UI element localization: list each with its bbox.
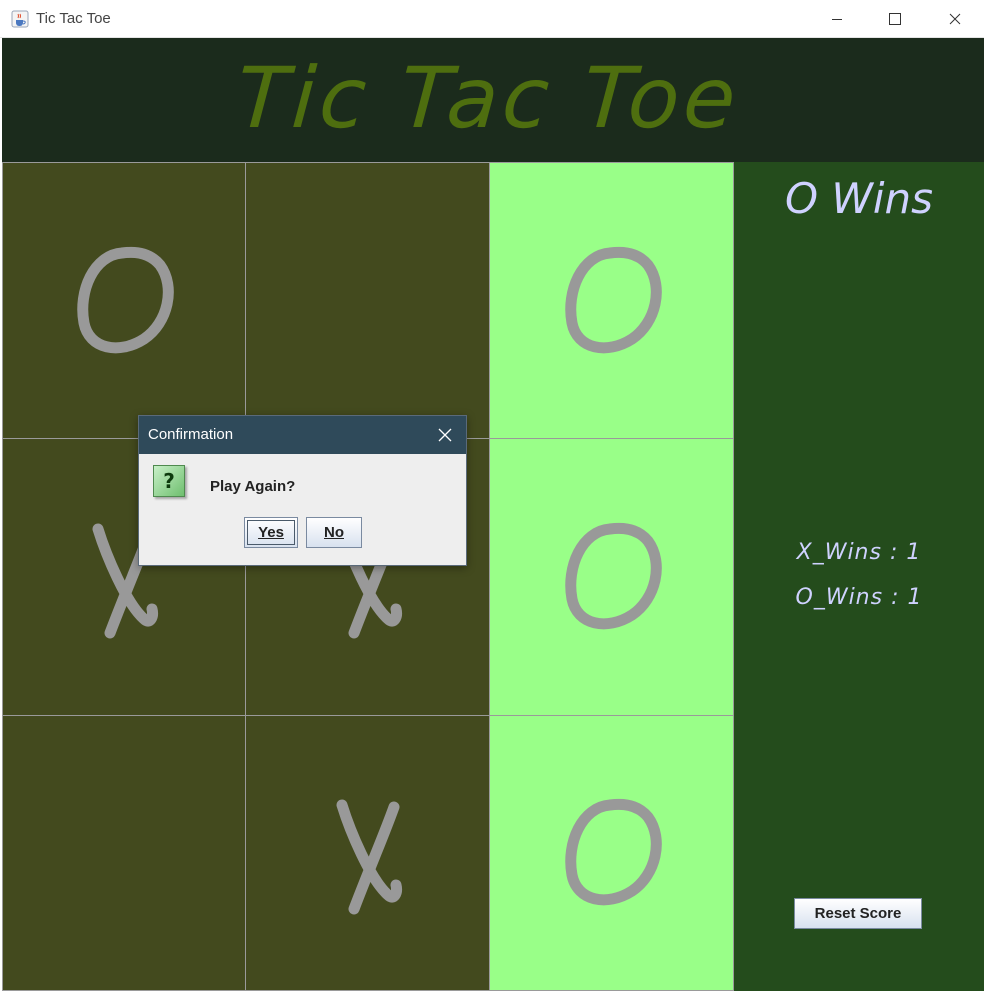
x-mark-icon: X <box>308 783 402 915</box>
close-icon <box>438 428 452 442</box>
board-cell-1-3[interactable]: O <box>489 162 734 439</box>
o-mark-icon: O <box>64 231 174 353</box>
game-header: Tic Tac Toe <box>2 38 984 162</box>
board-cell-1-1[interactable]: O <box>2 162 246 439</box>
cell-mark-label: O <box>552 507 553 508</box>
dialog-close-button[interactable] <box>431 422 459 448</box>
no-button[interactable]: No <box>306 517 362 548</box>
confirmation-dialog: Confirmation ? Play Again? Yes No <box>138 415 467 566</box>
yes-label: Yes <box>258 524 284 541</box>
cell-mark-label: X <box>64 507 65 508</box>
board-cell-3-3[interactable]: O <box>489 715 734 991</box>
reset-score-button[interactable]: Reset Score <box>794 898 922 929</box>
minimize-button[interactable] <box>808 0 866 38</box>
game-board: OOXXOXO <box>2 162 734 991</box>
window-titlebar: Tic Tac Toe <box>0 0 984 38</box>
o-mark-icon: O <box>552 231 662 353</box>
cell-mark-label: O <box>552 783 553 784</box>
java-cup-icon <box>11 10 29 28</box>
board-cell-2-3[interactable]: O <box>489 438 734 716</box>
score-panel: O Wins X_Wins : 1 O_Wins : 1 Reset Score <box>734 162 984 991</box>
dialog-titlebar: Confirmation <box>139 416 466 454</box>
o-mark-icon: O <box>552 507 662 630</box>
close-window-button[interactable] <box>926 0 984 38</box>
window-title: Tic Tac Toe <box>36 10 111 27</box>
o-mark-icon: O <box>552 783 662 906</box>
cell-mark-label: X <box>308 783 309 784</box>
maximize-icon <box>889 13 901 25</box>
game-title: Tic Tac Toe <box>233 49 743 147</box>
cell-mark-label: O <box>552 231 553 232</box>
yes-button[interactable]: Yes <box>244 517 298 548</box>
question-icon: ? <box>153 465 185 497</box>
board-cell-3-1[interactable] <box>2 715 246 991</box>
x-wins-score: X_Wins : 1 <box>796 540 922 565</box>
maximize-button[interactable] <box>866 0 924 38</box>
cell-mark-label: O <box>64 231 65 232</box>
board-cell-3-2[interactable]: X <box>245 715 490 991</box>
dialog-message: Play Again? <box>210 478 296 495</box>
no-label: No <box>324 524 344 541</box>
board-cell-1-2[interactable] <box>245 162 490 439</box>
dialog-title: Confirmation <box>148 426 234 443</box>
o-wins-score: O_Wins : 1 <box>795 585 923 610</box>
minimize-icon <box>832 19 842 20</box>
close-icon <box>949 13 961 25</box>
game-status: O Wins <box>784 174 934 223</box>
